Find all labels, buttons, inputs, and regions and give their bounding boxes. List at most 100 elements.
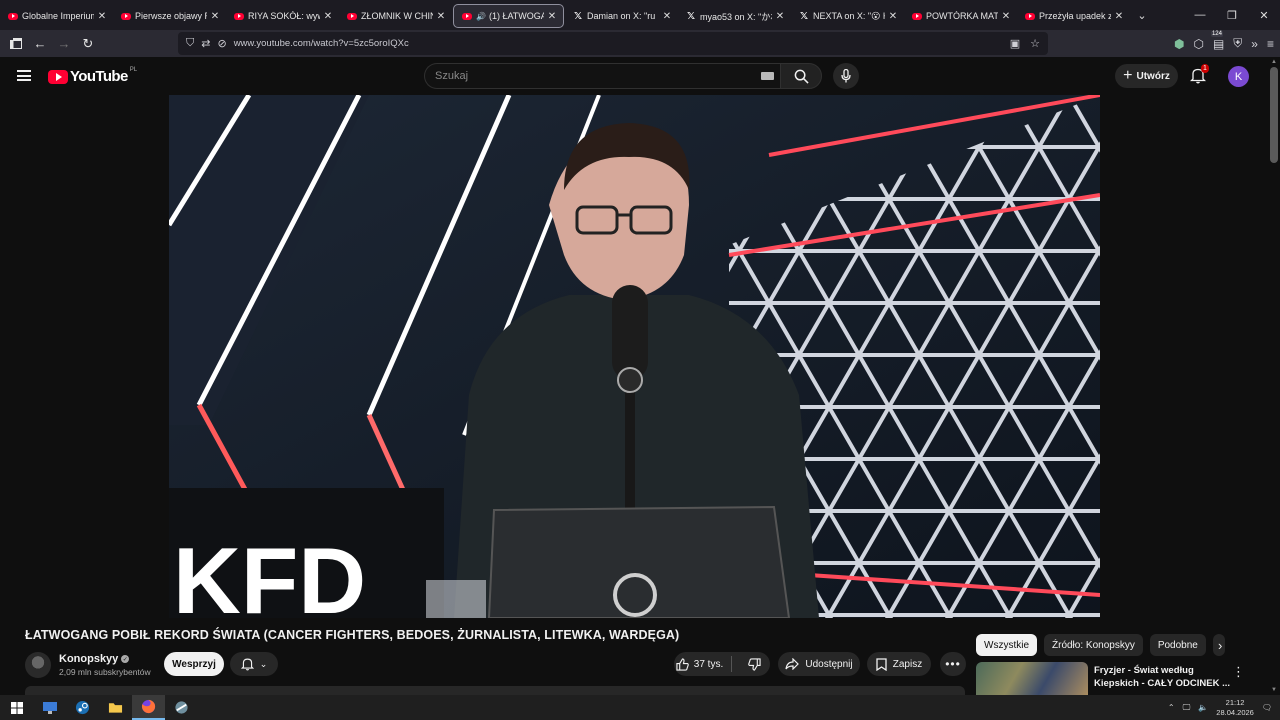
account-avatar[interactable]: K	[1228, 66, 1249, 87]
chevron-down-icon: ⌄	[259, 658, 268, 669]
recommended-title[interactable]: Fryzjer - Świat według Kiepskich - CAŁY …	[1094, 664, 1230, 690]
channel-name[interactable]: Konopskyy	[59, 653, 118, 665]
save-button[interactable]: Zapisz	[867, 652, 931, 676]
browser-tab[interactable]: Globalne Imperium B✕	[0, 4, 113, 28]
browser-tab[interactable]: ZŁOMNIK W CHINACH✕	[339, 4, 452, 28]
more-actions-icon[interactable]: •••	[940, 652, 966, 676]
shield-icon[interactable]: ⛉	[186, 37, 194, 50]
scroll-down-icon[interactable]: ▼	[1271, 687, 1277, 693]
url-text[interactable]: www.youtube.com/watch?v=5zc5oroIQXc	[234, 38, 409, 49]
extension-shield-icon[interactable]: ⬢	[1174, 37, 1184, 51]
reload-icon[interactable]: ↻	[76, 32, 100, 56]
taskbar-app-monitor[interactable]	[33, 695, 66, 720]
ublock-icon[interactable]: ⛨	[1233, 36, 1242, 51]
bookmark-icon	[876, 657, 887, 671]
back-icon[interactable]: ←	[28, 32, 52, 56]
search-icon	[794, 69, 809, 84]
clock-date: 28.04.2026	[1216, 707, 1254, 717]
verified-check-icon: ✓	[121, 655, 130, 663]
tray-overflow-icon[interactable]: ⌃	[1168, 703, 1175, 712]
extensions-puzzle-icon[interactable]: ⬡	[1193, 37, 1203, 51]
guide-menu-icon[interactable]	[17, 70, 31, 81]
chip-all[interactable]: Wszystkie	[976, 634, 1037, 656]
volume-icon[interactable]: 🔈	[1198, 703, 1208, 712]
minimize-icon[interactable]: —	[1184, 0, 1216, 30]
browser-tab[interactable]: Pierwsze objawy RAK✕	[113, 4, 226, 28]
permissions-icon[interactable]: ⇄	[201, 37, 210, 50]
youtube-icon	[347, 12, 357, 20]
recommended-thumbnail[interactable]	[976, 662, 1088, 695]
overflow-chevron-icon[interactable]: »	[1251, 37, 1258, 51]
close-tab-icon[interactable]: ✕	[775, 11, 785, 22]
app-menu-icon[interactable]: ≡	[1267, 37, 1274, 51]
browser-tab[interactable]: 𝕏 Damian on X: "ru ✕	[565, 4, 678, 28]
channel-name-row[interactable]: Konopskyy ✓	[59, 653, 151, 665]
url-bar[interactable]: ⛉ ⇄ ⊘ www.youtube.com/watch?v=5zc5oroIQX…	[178, 32, 1048, 55]
chip-related[interactable]: Podobne	[1149, 634, 1206, 656]
close-tab-icon[interactable]: ✕	[323, 11, 333, 22]
taskbar-app-other[interactable]	[165, 695, 198, 720]
like-button[interactable]: 37 tys.	[674, 657, 725, 671]
restore-icon[interactable]: ❐	[1216, 0, 1248, 30]
browser-tab[interactable]: 𝕏myao53 on X: "かわい✕	[678, 4, 791, 28]
sidebar-toggle-icon[interactable]	[4, 32, 28, 56]
youtube-play-icon	[48, 69, 68, 84]
create-button[interactable]: + Utwórz	[1115, 64, 1178, 88]
browser-tab[interactable]: RIYA SOKÓŁ: wywiad.✕	[226, 4, 339, 28]
recommended-video[interactable]: Fryzjer - Świat według Kiepskich - CAŁY …	[976, 662, 1266, 695]
close-tab-icon[interactable]: ✕	[662, 11, 672, 22]
chip-from-channel[interactable]: Źródło: Konopskyy	[1044, 634, 1143, 656]
subscriber-count: 2,09 mln subskrybentów	[59, 667, 151, 677]
close-tab-icon[interactable]: ✕	[436, 11, 446, 22]
page-scrollbar[interactable]: ▲ ▼	[1268, 57, 1280, 695]
tab-list-chevron-icon[interactable]: ⌄	[1130, 9, 1154, 22]
youtube-icon	[121, 12, 131, 20]
taskbar-app-explorer[interactable]	[99, 695, 132, 720]
scrollbar-thumb[interactable]	[1270, 67, 1278, 163]
close-tab-icon[interactable]: ✕	[547, 11, 557, 22]
browser-tab[interactable]: POWTÓRKA MATURA✕	[904, 4, 1017, 28]
voice-search-button[interactable]	[833, 63, 859, 89]
reader-view-icon[interactable]: ▣	[1010, 37, 1020, 50]
x-icon: 𝕏	[686, 10, 696, 22]
description-box[interactable]	[25, 686, 965, 695]
forward-icon[interactable]: →	[52, 32, 76, 56]
browser-tab[interactable]: 𝕏 NEXTA on X: "😮 Hor✕	[791, 4, 904, 28]
bookmark-star-icon[interactable]: ☆	[1030, 37, 1040, 50]
close-tab-icon[interactable]: ✕	[1001, 11, 1011, 22]
notifications-button[interactable]: 1	[1189, 64, 1209, 85]
speaker-icon[interactable]: 🔊	[476, 12, 486, 21]
close-tab-icon[interactable]: ✕	[1114, 11, 1124, 22]
tab-title: Damian on X: "ru	[587, 11, 656, 21]
video-frame: KFD	[169, 95, 1100, 618]
dislike-button[interactable]	[738, 657, 770, 671]
browser-tab[interactable]: 🔊(1) ŁATWOGANG✕	[453, 4, 564, 28]
search-input[interactable]: Szukaj	[424, 63, 780, 89]
no-camera-icon[interactable]: ⊘	[217, 37, 226, 50]
network-icon[interactable]: 🖵	[1183, 703, 1191, 713]
keyboard-icon[interactable]	[761, 72, 774, 80]
close-tab-icon[interactable]: ✕	[97, 11, 107, 22]
search-button[interactable]	[780, 63, 822, 89]
taskbar-app-steam[interactable]	[66, 695, 99, 720]
youtube-logo[interactable]: YouTube PL	[48, 67, 137, 85]
scroll-up-icon[interactable]: ▲	[1271, 59, 1277, 65]
channel-avatar[interactable]	[25, 652, 51, 678]
recommended-menu-icon[interactable]: ⋮	[1232, 664, 1245, 680]
close-window-icon[interactable]: ✕	[1248, 0, 1280, 30]
clock[interactable]: 21:12 28.04.2026	[1216, 698, 1254, 718]
like-dislike-group: 37 tys.	[674, 652, 770, 676]
extension-counter-icon[interactable]: 124 ▤	[1210, 30, 1224, 51]
video-player[interactable]: KFD	[169, 95, 1100, 618]
close-tab-icon[interactable]: ✕	[210, 11, 220, 22]
subscription-notifications-button[interactable]: ⌄	[230, 652, 278, 676]
start-button[interactable]	[0, 695, 33, 720]
app-icon	[175, 701, 188, 714]
support-button[interactable]: Wesprzyj	[164, 652, 224, 676]
browser-tab[interactable]: Przeżyła upadek z 10✕	[1017, 4, 1130, 28]
chips-next-icon[interactable]: ›	[1218, 638, 1222, 653]
notification-center-icon[interactable]: 🗨	[1262, 703, 1272, 712]
close-tab-icon[interactable]: ✕	[888, 11, 898, 22]
taskbar-app-firefox[interactable]	[132, 695, 165, 720]
share-button[interactable]: Udostępnij	[778, 652, 860, 676]
